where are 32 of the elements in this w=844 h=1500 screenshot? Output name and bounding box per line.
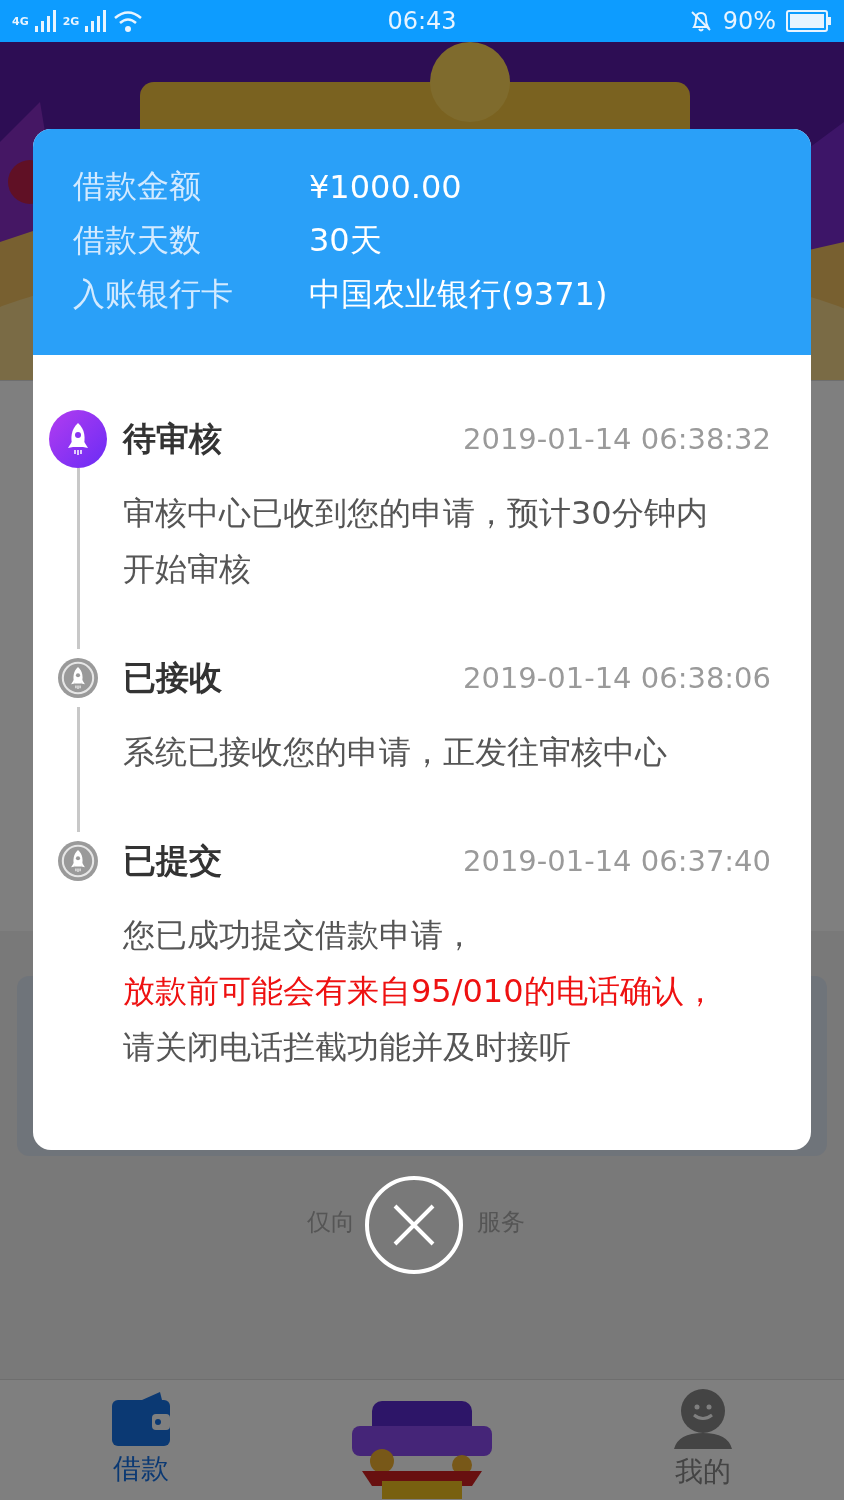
tab-item[interactable]: 借款 (0, 1380, 282, 1500)
summary-label: 借款金额 (73, 166, 202, 207)
status-time: 2019-01-14 06:37:40 (463, 844, 771, 878)
close-button[interactable] (365, 1176, 463, 1274)
summary-value: ¥1000.00 (309, 168, 462, 206)
close-icon (392, 1203, 436, 1247)
status-description: 放款前可能会有来自95/010的电话确认， (123, 971, 717, 1012)
status-title: 待审核 (123, 417, 222, 460)
status-title: 已接收 (123, 656, 222, 699)
status-description: 系统已接收您的申请，正发往审核中心 (123, 732, 668, 773)
person-icon (674, 1389, 733, 1449)
signal-icon (85, 10, 108, 32)
signal-icon (34, 10, 57, 32)
clock-time: 06:43 (387, 7, 457, 35)
wallet-icon (111, 1392, 170, 1446)
wifi-icon (113, 9, 144, 33)
network-label: 4G (12, 14, 29, 28)
tab-item[interactable]: 我的 (562, 1380, 844, 1500)
battery-percent: 90% (722, 7, 776, 35)
status-description: 审核中心已收到您的申请，预计30分钟内开始审核 (123, 493, 709, 590)
status-description: 请关闭电话拦截功能并及时接听 (123, 1027, 572, 1068)
summary-label: 借款天数 (73, 220, 202, 261)
summary-value: 中国农业银行(9371) (309, 274, 608, 315)
status-description: 您已成功提交借款申请， (123, 915, 476, 956)
status-time: 2019-01-14 06:38:32 (463, 422, 771, 456)
status-title: 已提交 (123, 839, 222, 882)
muted-bell-icon (688, 9, 713, 33)
summary-label: 入账银行卡 (73, 274, 234, 315)
summary-value: 30天 (309, 220, 382, 261)
status-time: 2019-01-14 06:38:06 (463, 661, 771, 695)
network-label: 2G (62, 14, 80, 28)
battery-icon (786, 10, 832, 32)
